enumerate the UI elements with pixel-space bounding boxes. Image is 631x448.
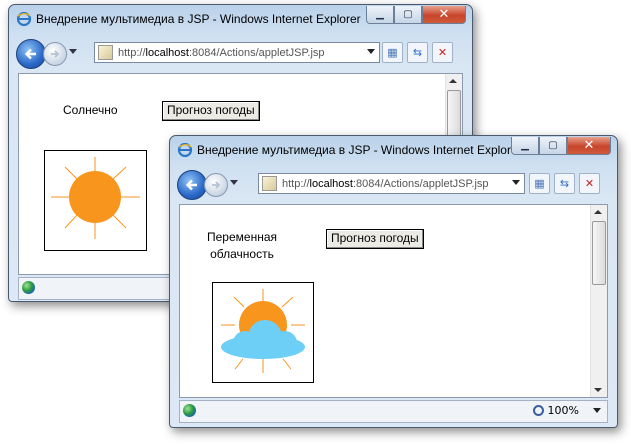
address-dropdown-icon[interactable]: [512, 180, 520, 185]
stop-icon: ✕: [437, 46, 448, 59]
refresh-button[interactable]: ⇆: [407, 42, 428, 63]
zoom-control[interactable]: 100%: [532, 404, 601, 417]
browser-window-front[interactable]: Внедрение мультимедиа в JSP - Windows In…: [169, 135, 618, 428]
address-dropdown-icon[interactable]: [367, 49, 375, 54]
maximize-icon: ▢: [548, 140, 558, 151]
compatibility-view-button[interactable]: ▦: [382, 42, 403, 63]
stop-button[interactable]: ✕: [432, 42, 453, 63]
recent-pages-dropdown[interactable]: [69, 49, 77, 54]
compatibility-icon: ▦: [387, 46, 398, 59]
scroll-up-icon[interactable]: [594, 210, 602, 214]
weather-label: Солнечно: [63, 103, 118, 117]
ie-icon: [178, 143, 192, 157]
minimize-button[interactable]: ▁: [511, 137, 539, 155]
minimize-icon: ▁: [376, 9, 384, 20]
maximize-button[interactable]: ▢: [539, 137, 567, 155]
internet-zone-icon: [22, 281, 35, 294]
page-icon: [262, 176, 277, 191]
zoom-level: 100%: [547, 404, 579, 417]
stop-icon: ✕: [584, 177, 595, 190]
weather-label-line1: Переменная: [207, 230, 277, 244]
arrow-left-icon: [24, 48, 36, 60]
window-title: Внедрение мультимедиа в JSP - Windows In…: [197, 143, 515, 157]
navigation-bar: http://localhost:8084/Actions/appletJSP.…: [170, 168, 617, 202]
sun-icon: [51, 157, 140, 239]
address-bar[interactable]: http://localhost:8084/Actions/appletJSP.…: [94, 42, 380, 63]
address-url: http://localhost:8084/Actions/appletJSP.…: [282, 177, 489, 190]
sun-behind-cloud-icon: [221, 289, 305, 373]
weather-applet: [44, 150, 147, 251]
ie-icon: [17, 12, 31, 26]
forward-button[interactable]: [204, 173, 228, 197]
maximize-button[interactable]: ▢: [394, 6, 422, 24]
address-bar[interactable]: http://localhost:8084/Actions/appletJSP.…: [258, 173, 525, 194]
weather-label-line2: облачность: [210, 247, 274, 261]
close-button[interactable]: ✕: [567, 137, 611, 155]
magnifier-icon: [532, 405, 544, 416]
arrow-right-icon: [51, 50, 60, 58]
maximize-icon: ▢: [403, 9, 413, 20]
weather-applet: [212, 282, 314, 383]
refresh-icon: ⇆: [559, 177, 570, 190]
window-title: Внедрение мультимедиа в JSP - Windows In…: [36, 12, 361, 26]
internet-zone-icon: [183, 404, 196, 417]
page-icon: [98, 45, 113, 60]
close-icon: ✕: [438, 7, 450, 22]
recent-pages-dropdown[interactable]: [230, 180, 238, 185]
vertical-scrollbar[interactable]: [590, 205, 607, 397]
scroll-down-icon[interactable]: [594, 388, 602, 392]
scroll-thumb[interactable]: [592, 221, 606, 285]
stop-button[interactable]: ✕: [579, 173, 600, 194]
address-url: http://localhost:8084/Actions/appletJSP.…: [118, 46, 325, 59]
forecast-button[interactable]: Прогноз погоды: [326, 229, 424, 249]
compatibility-view-button[interactable]: ▦: [529, 173, 550, 194]
zoom-dropdown-icon[interactable]: [593, 408, 601, 413]
compatibility-icon: ▦: [534, 177, 545, 190]
minimize-button[interactable]: ▁: [366, 6, 394, 24]
weather-label: Переменная облачность: [202, 229, 282, 263]
scroll-up-icon[interactable]: [449, 79, 457, 83]
navigation-bar: http://localhost:8084/Actions/appletJSP.…: [9, 37, 472, 71]
close-icon: ✕: [583, 138, 595, 153]
title-bar[interactable]: Внедрение мультимедиа в JSP - Windows In…: [170, 136, 617, 166]
refresh-icon: ⇆: [412, 46, 423, 59]
forward-button[interactable]: [43, 42, 67, 66]
back-button[interactable]: [16, 39, 46, 69]
arrow-right-icon: [212, 181, 221, 189]
refresh-button[interactable]: ⇆: [554, 173, 575, 194]
back-button[interactable]: [177, 170, 207, 200]
status-bar: 100%: [179, 400, 608, 423]
forecast-button[interactable]: Прогноз погоды: [162, 101, 260, 121]
minimize-icon: ▁: [521, 140, 529, 151]
arrow-left-icon: [185, 179, 197, 191]
title-bar[interactable]: Внедрение мультимедиа в JSP - Windows In…: [9, 5, 472, 35]
page-content: Переменная облачность Прогноз погоды: [179, 204, 608, 398]
close-button[interactable]: ✕: [422, 6, 466, 24]
